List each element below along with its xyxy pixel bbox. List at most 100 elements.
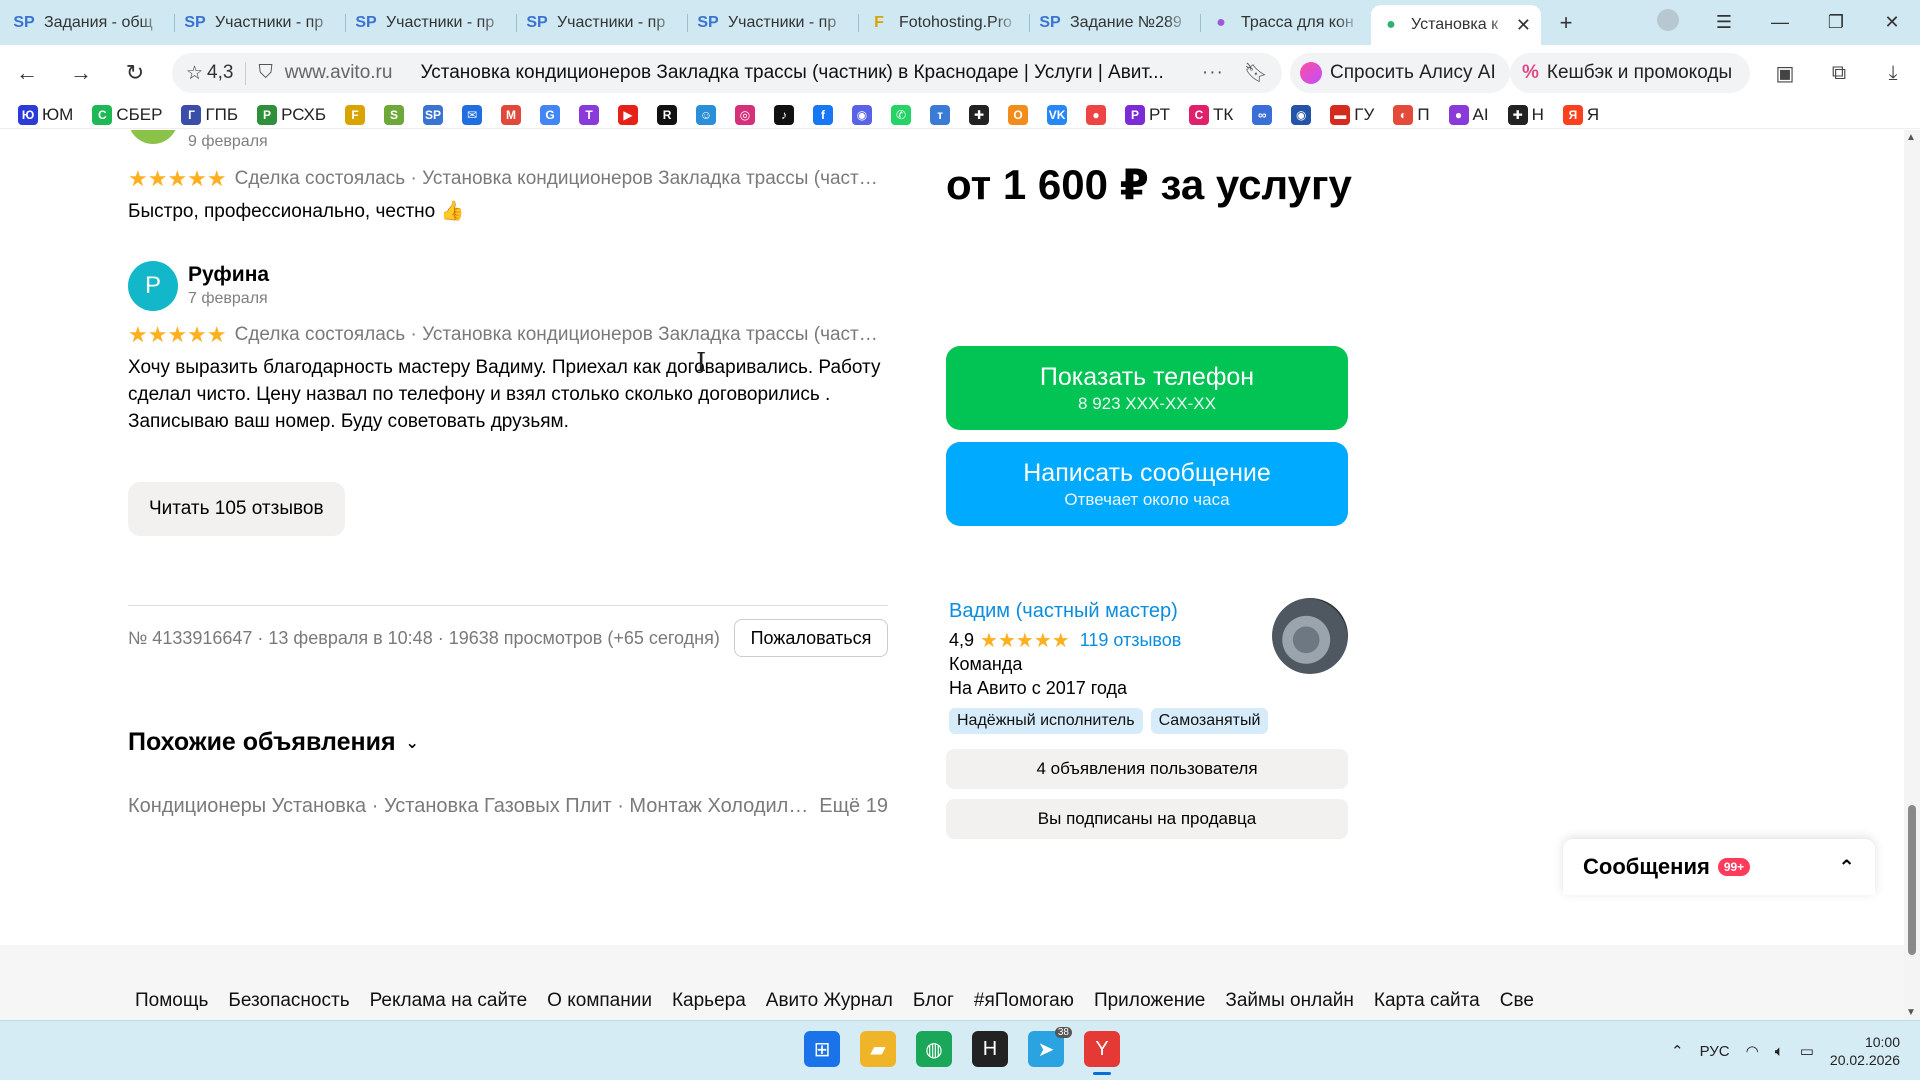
footer-link[interactable]: Помощь — [135, 990, 208, 1012]
footer-link[interactable]: Займы онлайн — [1225, 990, 1353, 1012]
bookmark-item[interactable]: О — [1008, 104, 1029, 125]
bookmark-item[interactable]: ЯЯ — [1562, 104, 1599, 125]
seller-avatar[interactable] — [1272, 598, 1348, 674]
file-explorer-icon[interactable]: ▰ — [860, 1031, 896, 1067]
bookmark-item[interactable]: S — [384, 104, 405, 125]
bookmark-item[interactable]: ● AI — [1448, 104, 1489, 125]
bookmark-item[interactable]: Ю ЮМ — [18, 104, 73, 125]
seller-ads-button[interactable]: 4 объявления пользователя — [946, 749, 1348, 789]
bookmark-item[interactable]: ☺ — [696, 104, 717, 125]
bookmark-icon[interactable]: 🔖︎ — [1244, 61, 1268, 85]
bookmark-item[interactable]: VK — [1047, 104, 1068, 125]
footer-link[interactable]: Карьера — [672, 990, 746, 1012]
bookmark-item[interactable]: f — [813, 104, 834, 125]
write-message-button[interactable]: Написать сообщение Отвечает около часа — [946, 442, 1348, 526]
bookmark-item[interactable]: ♪ — [774, 104, 795, 125]
subscribed-button[interactable]: Вы подписаны на продавца — [946, 799, 1348, 839]
clock[interactable]: 10:00 20.02.2026 — [1830, 1033, 1900, 1069]
bookmark-item[interactable]: С ТК — [1189, 104, 1233, 125]
footer-link[interactable]: #яПомогаю — [974, 990, 1074, 1012]
bookmark-item[interactable]: ▬ ГУ — [1330, 104, 1374, 125]
telegram-icon[interactable]: ➤ 38 — [1028, 1027, 1072, 1067]
new-tab-button[interactable]: + — [1551, 8, 1581, 38]
bookmark-item[interactable]: R — [657, 104, 678, 125]
similar-ads-toggle[interactable]: Похожие объявления ⌄ — [128, 728, 419, 757]
bookmark-item[interactable]: Р РТ — [1125, 104, 1170, 125]
download-icon[interactable]: ⤓ — [1866, 62, 1920, 85]
complain-button[interactable]: Пожаловаться — [734, 619, 888, 657]
browser-tab[interactable]: ● Трасса для кон — [1201, 5, 1371, 41]
scroll-up-icon[interactable]: ▲ — [1906, 132, 1916, 143]
bookmark-item[interactable]: С СБЕР — [92, 104, 162, 125]
site-rating[interactable]: ☆ 4,3 — [186, 61, 247, 85]
browser-tab[interactable]: SP Задания - общ — [4, 5, 174, 41]
more-icon[interactable]: ··· — [1202, 62, 1224, 84]
browser-tab[interactable]: SP Участники - пр — [688, 5, 858, 41]
footer-link[interactable]: Приложение — [1094, 990, 1205, 1012]
bookmark-item[interactable]: Г ГПБ — [181, 104, 238, 125]
alice-button[interactable]: Спросить Алису AI — [1290, 53, 1510, 93]
minimize-button[interactable]: — — [1752, 12, 1808, 33]
seller-name-link[interactable]: Вадим (частный мастер) — [949, 600, 1178, 623]
scrollbar-thumb[interactable] — [1908, 805, 1916, 955]
reload-button[interactable]: ↻ — [108, 60, 162, 86]
browser-tab[interactable]: SP Участники - пр — [517, 5, 687, 41]
browser-tab[interactable]: F Fotohosting.Pro — [859, 5, 1029, 41]
footer-link[interactable]: Блог — [913, 990, 954, 1012]
image-icon[interactable]: ▣ — [1758, 61, 1812, 86]
bookmark-item[interactable]: F — [345, 104, 366, 125]
bookmark-item[interactable]: ✆ — [891, 104, 912, 125]
page-scrollbar[interactable]: ▲ ▼ — [1904, 130, 1920, 1020]
scroll-down-icon[interactable]: ▼ — [1906, 1007, 1916, 1018]
bookmark-item[interactable]: т — [930, 104, 951, 125]
category-links-text[interactable]: Кондиционеры Установка · Установка Газов… — [128, 795, 811, 818]
wifi-icon[interactable]: ◠ — [1746, 1042, 1759, 1060]
footer-link[interactable]: О компании — [547, 990, 652, 1012]
browser-tab[interactable]: SP Участники - пр — [175, 5, 345, 41]
battery-icon[interactable]: ▭ — [1800, 1042, 1814, 1060]
app-h-icon[interactable]: H — [972, 1031, 1008, 1067]
bookmark-item[interactable]: ▶ — [618, 104, 639, 125]
bookmark-item[interactable]: G — [540, 104, 561, 125]
bookmark-item[interactable]: ✉ — [462, 104, 483, 125]
footer-link[interactable]: Карта сайта — [1374, 990, 1480, 1012]
bookmark-item[interactable]: T — [579, 104, 600, 125]
windows-start-icon[interactable]: ⊞ — [804, 1031, 840, 1067]
bookmark-item[interactable]: ◉ — [1291, 104, 1312, 125]
browser-tab[interactable]: SP Задание №289 — [1030, 5, 1200, 41]
bookmark-item[interactable]: Р РСХБ — [257, 104, 326, 125]
bookmark-item[interactable]: ✚ Н — [1507, 104, 1544, 125]
browser-tab[interactable]: SP Участники - пр — [346, 5, 516, 41]
bookmark-item[interactable]: ∞ — [1252, 104, 1273, 125]
read-reviews-button[interactable]: Читать 105 отзывов — [128, 482, 345, 536]
footer-link[interactable]: Све — [1500, 990, 1534, 1012]
bookmark-item[interactable]: SP — [423, 104, 444, 125]
chevron-up-icon[interactable]: ⌃ — [1671, 1042, 1684, 1060]
close-tab-icon[interactable]: ✕ — [1516, 15, 1531, 36]
bookmark-item[interactable]: ● — [1086, 104, 1107, 125]
footer-link[interactable]: Реклама на сайте — [370, 990, 528, 1012]
shield-icon[interactable]: ⛉ — [258, 62, 272, 84]
yandex-browser-icon[interactable]: Y — [1084, 1031, 1120, 1075]
profile-button[interactable] — [1640, 9, 1696, 36]
back-button[interactable]: ← — [0, 60, 54, 86]
browser-tab[interactable]: ● Установка к ✕ — [1371, 5, 1541, 45]
menu-button[interactable]: ☰ — [1696, 12, 1752, 33]
bookmark-item[interactable]: ◐ П — [1393, 104, 1430, 125]
close-window-button[interactable]: ✕ — [1864, 12, 1920, 33]
bookmark-item[interactable]: ✚ — [969, 104, 990, 125]
forward-button[interactable]: → — [54, 60, 108, 86]
bookmark-item[interactable]: M — [501, 104, 522, 125]
chevron-up-icon[interactable]: ⌃ — [1838, 855, 1855, 880]
messages-panel[interactable]: Сообщения 99+ ⌃ — [1563, 839, 1875, 895]
language-indicator[interactable]: РУС — [1700, 1043, 1730, 1060]
seller-reviews-link[interactable]: 119 отзывов — [1080, 630, 1182, 651]
more-categories-link[interactable]: Ещё 19 — [819, 795, 888, 818]
cashback-button[interactable]: % Кешбэк и промокоды — [1510, 53, 1750, 93]
volume-icon[interactable]: 🔈︎ — [1775, 1043, 1784, 1060]
show-phone-button[interactable]: Показать телефон 8 923 XXX-XX-XX — [946, 346, 1348, 430]
bookmark-item[interactable]: ◎ — [735, 104, 756, 125]
address-bar[interactable]: ☆ 4,3 ⛉ www.avito.ru Установка кондиционе… — [172, 53, 1282, 93]
footer-link[interactable]: Авито Журнал — [766, 990, 893, 1012]
edge-icon[interactable]: ◍ — [916, 1031, 952, 1067]
